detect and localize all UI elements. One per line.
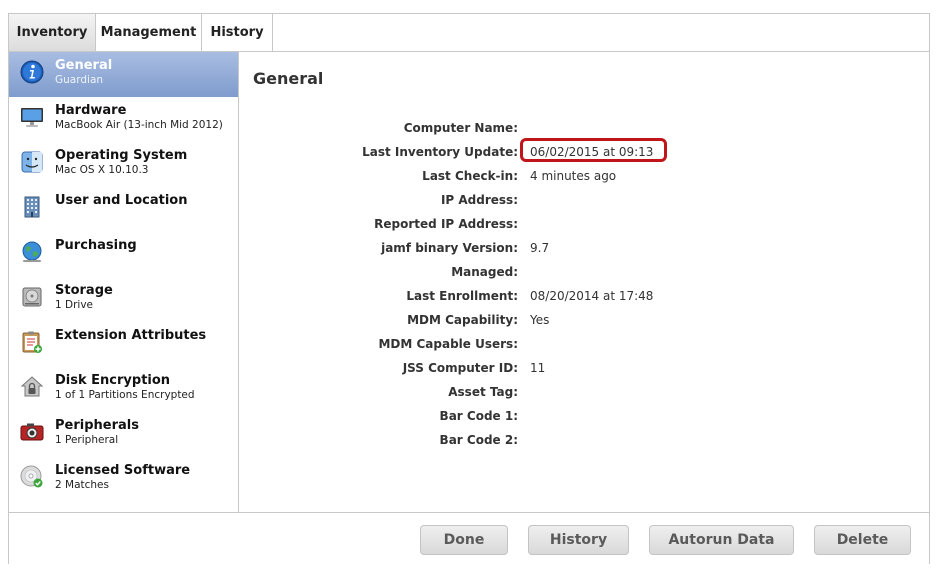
sidebar-item-peripherals[interactable]: Peripherals 1 Peripheral xyxy=(9,412,238,457)
field-value: 06/02/2015 at 09:13 xyxy=(530,145,654,159)
general-details-pane: General Computer Name: Last Inventory Up… xyxy=(239,52,929,512)
sidebar-item-storage[interactable]: Storage 1 Drive xyxy=(9,277,238,322)
field-label: Asset Tag: xyxy=(448,385,518,399)
autorun-data-button[interactable]: Autorun Data xyxy=(649,525,794,555)
sidebar-item-operating-system[interactable]: Operating System Mac OS X 10.10.3 xyxy=(9,142,238,187)
hard-drive-icon xyxy=(22,287,42,307)
sidebar-item-hardware[interactable]: Hardware MacBook Air (13-inch Mid 2012) xyxy=(9,97,238,142)
sidebar-item-licensed-software[interactable]: Licensed Software 2 Matches xyxy=(9,457,238,502)
field-label: jamf binary Version: xyxy=(381,241,518,255)
field-last-inventory-update: Last Inventory Update: 06/02/2015 at 09:… xyxy=(239,138,929,165)
tab-inventory[interactable]: Inventory xyxy=(9,14,96,51)
field-label: Managed: xyxy=(451,265,518,279)
field-label: JSS Computer ID: xyxy=(402,361,518,375)
done-button[interactable]: Done xyxy=(420,525,508,555)
sidebar-item-title: Storage xyxy=(55,283,113,298)
inventory-panel: Inventory Management History General Gua… xyxy=(8,13,930,564)
field-mdm-capable-users: MDM Capable Users: xyxy=(239,335,929,357)
lock-house-icon xyxy=(20,376,44,397)
monitor-icon xyxy=(21,108,43,127)
sidebar-item-title: Operating System xyxy=(55,148,188,163)
field-value: 11 xyxy=(530,361,546,375)
field-asset-tag: Asset Tag: xyxy=(239,383,929,405)
tab-management[interactable]: Management xyxy=(96,14,202,51)
field-managed: Managed: xyxy=(239,263,929,285)
sidebar-item-subtitle: 2 Matches xyxy=(55,479,109,491)
globe-icon xyxy=(22,241,42,262)
sidebar-item-title: Peripherals xyxy=(55,418,139,433)
sidebar-item-subtitle: Mac OS X 10.10.3 xyxy=(55,164,149,176)
sidebar-item-subtitle: 1 Peripheral xyxy=(55,434,119,446)
sidebar-item-title: General xyxy=(55,58,113,73)
disc-icon xyxy=(20,465,43,488)
delete-button[interactable]: Delete xyxy=(814,525,911,555)
field-value: 08/20/2014 at 17:48 xyxy=(530,289,654,303)
info-icon xyxy=(20,60,44,84)
section-title: General xyxy=(253,69,324,88)
field-label: Bar Code 1: xyxy=(439,409,518,423)
field-value: 4 minutes ago xyxy=(530,169,617,183)
field-label: Last Enrollment: xyxy=(406,289,518,303)
sidebar-item-user-and-location[interactable]: User and Location xyxy=(9,187,238,232)
field-bar-code-1: Bar Code 1: xyxy=(239,407,929,429)
history-button[interactable]: History xyxy=(528,525,629,555)
field-label: IP Address: xyxy=(440,193,518,207)
building-icon xyxy=(24,196,40,218)
sidebar-item-title: User and Location xyxy=(55,193,188,208)
tab-history[interactable]: History xyxy=(202,14,273,51)
field-ip-address: IP Address: xyxy=(239,191,929,213)
tab-bar: Inventory Management History xyxy=(9,14,929,52)
sidebar-item-title: Hardware xyxy=(55,103,127,118)
sidebar-item-title: Licensed Software xyxy=(55,463,191,478)
field-value: 9.7 xyxy=(530,241,550,255)
field-mdm-capability: MDM Capability: Yes xyxy=(239,311,929,333)
field-label: Bar Code 2: xyxy=(439,433,518,447)
field-last-enrollment: Last Enrollment: 08/20/2014 at 17:48 xyxy=(239,287,929,309)
field-reported-ip-address: Reported IP Address: xyxy=(239,215,929,237)
sidebar-item-subtitle: 1 of 1 Partitions Encrypted xyxy=(55,389,195,401)
sidebar-item-disk-encryption[interactable]: Disk Encryption 1 of 1 Partitions Encryp… xyxy=(9,367,238,412)
field-bar-code-2: Bar Code 2: xyxy=(239,431,929,453)
sidebar-item-extension-attributes[interactable]: Extension Attributes xyxy=(9,322,238,367)
camera-icon xyxy=(20,423,44,441)
field-label: Reported IP Address: xyxy=(374,217,518,231)
field-label: Last Inventory Update: xyxy=(362,145,518,159)
field-label: Last Check-in: xyxy=(422,169,518,183)
sidebar-item-title: Extension Attributes xyxy=(55,328,207,343)
sidebar-item-purchasing[interactable]: Purchasing xyxy=(9,232,238,277)
field-last-check-in: Last Check-in: 4 minutes ago xyxy=(239,167,929,189)
sidebar-item-subtitle: MacBook Air (13-inch Mid 2012) xyxy=(55,119,223,131)
finder-icon xyxy=(21,151,43,173)
sidebar-item-subtitle: 1 Drive xyxy=(55,299,94,311)
field-label: MDM Capable Users: xyxy=(378,337,518,351)
sidebar-item-subtitle: Guardian xyxy=(55,74,104,86)
clipboard-icon xyxy=(22,331,42,353)
field-jss-computer-id: JSS Computer ID: 11 xyxy=(239,359,929,381)
sidebar: General Guardian Hardware MacBook Air (1… xyxy=(9,52,239,512)
sidebar-item-general[interactable]: General Guardian xyxy=(9,52,238,97)
field-label: MDM Capability: xyxy=(407,313,518,327)
field-label: Computer Name: xyxy=(403,121,518,135)
field-jamf-binary-version: jamf binary Version: 9.7 xyxy=(239,239,929,261)
field-value: Yes xyxy=(530,313,550,327)
button-bar: Done History Autorun Data Delete xyxy=(9,512,929,564)
sidebar-item-title: Disk Encryption xyxy=(55,373,171,388)
sidebar-item-title: Purchasing xyxy=(55,238,137,253)
